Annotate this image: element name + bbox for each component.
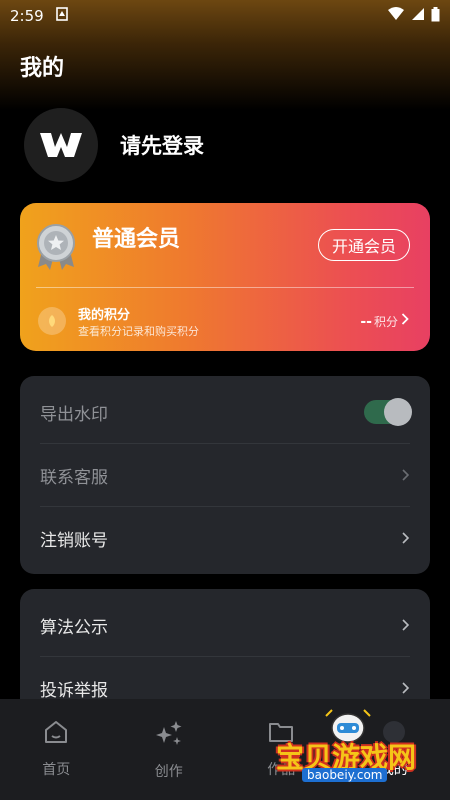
notification-icon bbox=[55, 7, 68, 25]
export-watermark-toggle[interactable] bbox=[364, 398, 412, 426]
toggle-knob bbox=[384, 398, 412, 426]
watermark-url: baobeiy.com bbox=[302, 768, 388, 782]
chevron-right-icon bbox=[402, 532, 410, 544]
contact-support-row[interactable]: 联系客服 bbox=[40, 444, 410, 506]
site-watermark: 宝贝游戏网 baobeiy.com bbox=[262, 708, 432, 796]
points-subtitle: 查看积分记录和购买积分 bbox=[78, 325, 199, 338]
open-vip-button[interactable]: 开通会员 bbox=[317, 229, 410, 261]
settings-group-account: 导出水印 联系客服 注销账号 bbox=[20, 376, 430, 574]
battery-icon bbox=[431, 6, 440, 26]
chevron-right-icon bbox=[402, 682, 410, 694]
algorithm-disclosure-label: 算法公示 bbox=[40, 617, 108, 638]
points-value[interactable]: -- 积分 bbox=[360, 312, 410, 330]
export-watermark-label: 导出水印 bbox=[40, 404, 108, 425]
points-icon bbox=[38, 307, 66, 335]
tab-home[interactable]: 首页 bbox=[0, 699, 113, 800]
sparkle-icon bbox=[155, 721, 182, 745]
export-watermark-row: 导出水印 bbox=[40, 381, 412, 443]
status-time: 2:59 bbox=[10, 7, 44, 25]
home-icon bbox=[45, 721, 68, 743]
avatar[interactable] bbox=[24, 108, 98, 182]
login-prompt[interactable]: 请先登录 bbox=[120, 130, 204, 160]
tab-create-label: 创作 bbox=[154, 764, 183, 780]
vip-divider bbox=[36, 287, 414, 288]
status-bar: 2:59 bbox=[0, 0, 450, 32]
vip-card[interactable]: 普通会员 开通会员 我的积分 查看积分记录和购买积分 -- 积分 bbox=[20, 203, 430, 351]
points-title[interactable]: 我的积分 bbox=[78, 304, 130, 323]
app-logo-icon bbox=[40, 133, 82, 157]
profile-login-row[interactable]: 请先登录 bbox=[24, 108, 204, 182]
points-unit: 积分 bbox=[373, 315, 398, 329]
chevron-right-icon bbox=[402, 619, 410, 631]
signal-icon bbox=[411, 7, 425, 25]
page-title: 我的 bbox=[20, 56, 65, 81]
tab-create[interactable]: 创作 bbox=[113, 699, 226, 800]
cancel-account-row[interactable]: 注销账号 bbox=[40, 507, 410, 569]
medal-icon bbox=[34, 221, 78, 275]
cancel-account-label: 注销账号 bbox=[40, 530, 108, 551]
tab-home-label: 首页 bbox=[42, 762, 71, 778]
wifi-icon bbox=[387, 7, 405, 25]
vip-level-title: 普通会员 bbox=[92, 227, 181, 252]
algorithm-disclosure-row[interactable]: 算法公示 bbox=[40, 594, 410, 656]
chevron-right-icon bbox=[401, 313, 409, 325]
contact-support-label: 联系客服 bbox=[40, 467, 108, 488]
chevron-right-icon bbox=[402, 469, 410, 481]
report-complaint-label: 投诉举报 bbox=[40, 680, 108, 701]
points-amount: -- bbox=[360, 314, 372, 330]
